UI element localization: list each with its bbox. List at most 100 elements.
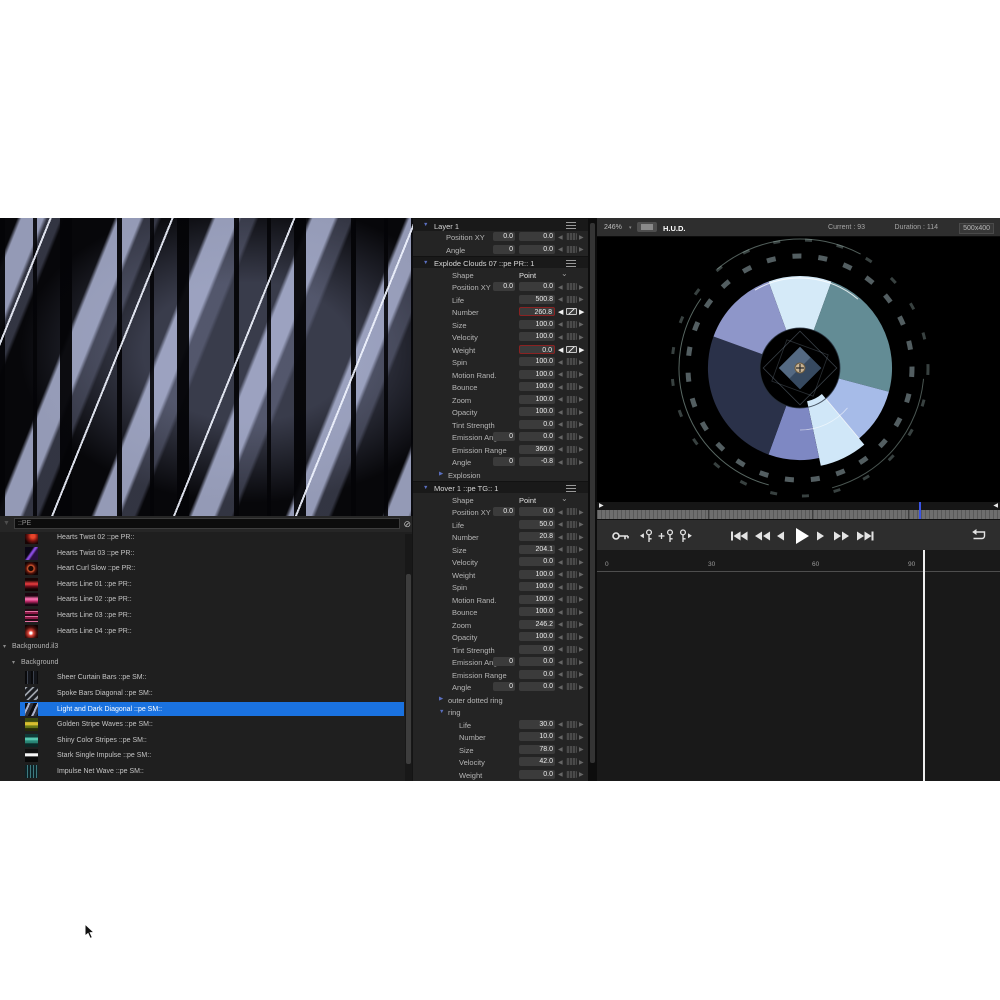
media-thumbnail[interactable] xyxy=(25,593,38,606)
value-field[interactable]: 100.0 xyxy=(519,607,555,616)
param-row-bounce[interactable]: Bounce100.0◀▶ xyxy=(413,381,588,394)
chevron-down-icon[interactable]: ⌄ xyxy=(561,494,568,503)
media-group-background-il3[interactable]: ▾Background.il3 xyxy=(0,639,404,655)
slider-handle-icon[interactable] xyxy=(566,646,577,653)
param-row-zoom[interactable]: Zoom246.2◀▶ xyxy=(413,618,588,631)
param-row-emission-angle[interactable]: Emission Angle00.0◀▶ xyxy=(413,656,588,669)
media-thumbnail[interactable] xyxy=(25,718,38,731)
param-row-velocity[interactable]: Velocity42.0◀▶ xyxy=(413,756,588,769)
clear-icon[interactable]: ⊘ xyxy=(403,519,411,529)
value-field[interactable]: 50.0 xyxy=(519,520,555,529)
slider-handle-icon[interactable] xyxy=(566,371,577,378)
slider-handle-icon[interactable] xyxy=(566,521,577,528)
param-row-shape[interactable]: ShapePoint⌄ xyxy=(413,493,588,506)
value-field[interactable]: 100.0 xyxy=(519,332,555,341)
decrement-arrow-icon[interactable]: ◀ xyxy=(558,634,563,641)
go-to-start-icon[interactable] xyxy=(729,528,749,544)
parameter-scrollbar-thumb[interactable] xyxy=(590,223,595,763)
media-group-background[interactable]: ▾Background xyxy=(0,655,404,671)
slider-handle-icon[interactable] xyxy=(566,433,577,440)
next-keyframe-icon[interactable] xyxy=(677,528,697,544)
param-row-number[interactable]: Number10.0◀▶ xyxy=(413,731,588,744)
slider-handle-icon[interactable] xyxy=(566,458,577,465)
decrement-arrow-icon[interactable]: ◀ xyxy=(558,671,563,678)
decrement-arrow-icon[interactable]: ◀ xyxy=(558,334,563,341)
timeline-area[interactable]: 0306090 xyxy=(597,550,1000,781)
decrement-arrow-icon[interactable]: ◀ xyxy=(558,571,563,578)
decrement-arrow-icon[interactable]: ◀ xyxy=(558,734,563,741)
value-field[interactable]: 30.0 xyxy=(519,720,555,729)
decrement-arrow-icon[interactable]: ◀ xyxy=(558,684,563,691)
param-row-tint-strength[interactable]: Tint Strength0.0◀▶ xyxy=(413,643,588,656)
loop-icon[interactable] xyxy=(969,528,989,544)
value-field[interactable]: 0.0 xyxy=(519,507,555,516)
param-row-life[interactable]: Life500.8◀▶ xyxy=(413,293,588,306)
value-field[interactable]: 100.0 xyxy=(519,582,555,591)
layer-menu-icon[interactable] xyxy=(566,485,576,492)
decrement-arrow-icon[interactable]: ◀ xyxy=(558,371,563,378)
param-row-outer-dotted-ring[interactable]: ▶outer dotted ring xyxy=(413,693,588,706)
increment-arrow-icon[interactable]: ▶ xyxy=(579,334,584,341)
decrement-arrow-icon[interactable]: ◀ xyxy=(558,246,563,253)
decrement-arrow-icon[interactable]: ◀ xyxy=(558,559,563,566)
slider-handle-icon[interactable] xyxy=(566,596,577,603)
value-field-secondary[interactable]: 0.0 xyxy=(493,282,515,291)
slider-handle-icon[interactable] xyxy=(566,658,577,665)
slider-handle-icon[interactable] xyxy=(566,571,577,578)
play-icon[interactable] xyxy=(793,526,813,542)
decrement-arrow-icon[interactable]: ◀ xyxy=(558,359,563,366)
increment-arrow-icon[interactable]: ▶ xyxy=(579,546,584,553)
go-to-end-icon[interactable] xyxy=(855,528,875,544)
increment-arrow-icon[interactable]: ▶ xyxy=(579,509,584,516)
media-item-hearts-twist-03-pe-pr[interactable]: Hearts Twist 03 ::pe PR:: xyxy=(0,546,404,562)
chevron-down-icon[interactable]: ⌄ xyxy=(561,269,568,278)
param-row-bounce[interactable]: Bounce100.0◀▶ xyxy=(413,606,588,619)
decrement-arrow-icon[interactable]: ◀ xyxy=(558,546,563,553)
param-row-size[interactable]: Size100.0◀▶ xyxy=(413,318,588,331)
media-item-spoke-bars-diagonal-pe-sm[interactable]: Spoke Bars Diagonal ::pe SM:: xyxy=(0,686,404,702)
increment-arrow-icon[interactable]: ▶ xyxy=(579,308,584,316)
increment-arrow-icon[interactable]: ▶ xyxy=(579,609,584,616)
media-thumbnail[interactable] xyxy=(25,578,38,591)
value-field[interactable]: 0.0 xyxy=(519,432,555,441)
decrement-arrow-icon[interactable]: ◀ xyxy=(558,384,563,391)
slider-handle-icon[interactable] xyxy=(566,246,577,253)
value-field[interactable]: 0.0 xyxy=(519,770,555,779)
fast-forward-icon[interactable] xyxy=(833,528,853,544)
increment-arrow-icon[interactable]: ▶ xyxy=(579,296,584,303)
param-row-angle[interactable]: Angle00.0◀▶ xyxy=(413,243,588,256)
increment-arrow-icon[interactable]: ▶ xyxy=(579,671,584,678)
param-row-explode-clouds-07-pe-pr-1[interactable]: ▼Explode Clouds 07 ::pe PR:: 1 xyxy=(413,256,588,269)
value-field[interactable]: -0.8 xyxy=(519,457,555,466)
media-item-hearts-line-03-pe-pr[interactable]: Hearts Line 03 ::pe PR:: xyxy=(0,608,404,624)
decrement-arrow-icon[interactable]: ◀ xyxy=(558,646,563,653)
decrement-arrow-icon[interactable]: ◀ xyxy=(558,284,563,291)
increment-arrow-icon[interactable]: ▶ xyxy=(579,396,584,403)
param-row-position-xy[interactable]: Position XY0.00.0◀▶ xyxy=(413,231,588,244)
decrement-arrow-icon[interactable]: ◀ xyxy=(558,609,563,616)
slider-handle-icon[interactable] xyxy=(566,383,577,390)
slider-handle-icon[interactable] xyxy=(566,283,577,290)
scrub-range-markers[interactable]: ▶ ◀ xyxy=(597,502,1000,510)
slider-handle-icon[interactable] xyxy=(566,608,577,615)
increment-arrow-icon[interactable]: ▶ xyxy=(579,559,584,566)
increment-arrow-icon[interactable]: ▶ xyxy=(579,234,584,241)
media-scrollbar[interactable] xyxy=(405,534,412,781)
param-row-explosion[interactable]: ▶Explosion xyxy=(413,468,588,481)
decrement-arrow-icon[interactable]: ◀ xyxy=(558,446,563,453)
prev-keyframe-icon[interactable] xyxy=(639,528,659,544)
slider-handle-icon[interactable] xyxy=(566,633,577,640)
param-row-emission-angle[interactable]: Emission Angle00.0◀▶ xyxy=(413,431,588,444)
param-row-number[interactable]: Number260.8◀▶ xyxy=(413,306,588,319)
rewind-icon[interactable] xyxy=(754,528,774,544)
decrement-arrow-icon[interactable]: ◀ xyxy=(558,621,563,628)
increment-arrow-icon[interactable]: ▶ xyxy=(579,384,584,391)
increment-arrow-icon[interactable]: ▶ xyxy=(579,371,584,378)
range-out-marker-icon[interactable]: ◀ xyxy=(993,502,998,509)
expander-triangle-icon[interactable]: ▼ xyxy=(439,709,444,715)
value-field[interactable]: 10.0 xyxy=(519,732,555,741)
decrement-arrow-icon[interactable]: ◀ xyxy=(558,459,563,466)
value-field-secondary[interactable]: 0 xyxy=(493,457,515,466)
value-field[interactable]: 100.0 xyxy=(519,370,555,379)
param-row-tint-strength[interactable]: Tint Strength0.0◀▶ xyxy=(413,418,588,431)
